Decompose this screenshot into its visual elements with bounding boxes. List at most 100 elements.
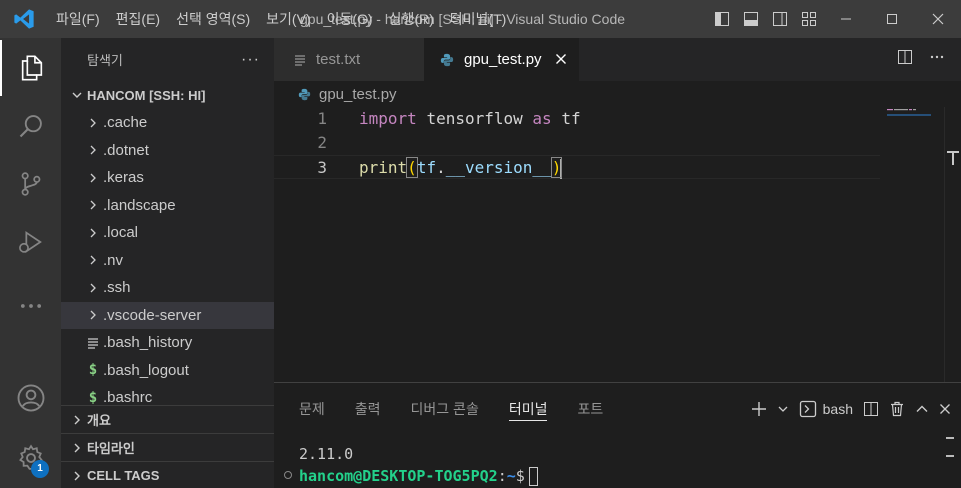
tab-output[interactable]: 출력 [355,383,381,435]
tab-label: test.txt [316,51,361,68]
breadcrumb-file: gpu_test.py [319,85,397,103]
toggle-panel-icon[interactable] [736,0,765,38]
split-terminal-icon[interactable] [863,399,879,419]
more-actions-icon[interactable] [929,49,945,70]
outline-section-label: 개요 [87,413,111,428]
chevron-right-icon [67,442,87,454]
close-icon[interactable] [551,49,571,69]
account-icon[interactable] [0,370,61,426]
chevron-right-icon [83,282,103,294]
command-decoration-icon[interactable] [284,471,292,479]
tree-item-dotnet[interactable]: .dotnet [61,137,274,165]
chevron-right-icon [67,470,87,482]
tab-gpu-test-py[interactable]: gpu_test.py [424,38,579,81]
more-icon[interactable] [0,278,61,334]
tree-item-label: .local [103,224,139,242]
tab-problems[interactable]: 문제 [299,383,325,435]
sidebar-more-icon[interactable]: ··· [241,51,260,69]
sidebar-header: 탐색기 ··· [61,38,274,81]
prompt-separator: : [497,467,507,485]
menu-selection[interactable]: 선택 영역(S) [168,0,258,38]
maximize-panel-icon[interactable] [915,399,929,419]
explorer-root-label: HANCOM [SSH: HI] [87,87,206,103]
chevron-right-icon [83,199,103,211]
trash-icon[interactable] [889,399,905,419]
minimap[interactable] [885,107,945,119]
cell-tags-section-label: CELL TAGS [87,468,160,483]
tab-label: gpu_test.py [464,51,542,68]
code-alias: tf [561,109,581,128]
editor-actions [897,38,945,81]
prompt-char: $ [515,467,525,485]
chevron-right-icon [83,309,103,321]
sidebar-title: 탐색기 [87,53,123,68]
close-panel-icon[interactable] [939,399,951,419]
title-bar-controls [707,0,961,38]
editor-tab-bar: test.txt gpu_test.py [274,38,961,81]
shell-file-icon: $ [88,389,98,406]
tree-item-label: .bash_history [103,334,193,352]
explorer-icon[interactable] [0,40,61,96]
tree-item-label: .bashrc [103,389,153,407]
code-line: 2 [274,131,880,155]
text-file-icon [294,54,306,66]
line-number: 2 [317,133,327,152]
tree-item-local[interactable]: .local [61,219,274,247]
tree-item-label: .dotnet [103,141,149,159]
toggle-primary-sidebar-icon[interactable] [707,0,736,38]
search-icon[interactable] [0,98,61,154]
split-editor-icon[interactable] [897,49,913,70]
menu-file[interactable]: 파일(F) [48,0,108,38]
tab-debug-console[interactable]: 디버그 콘솔 [411,383,479,435]
explorer-root-header[interactable]: HANCOM [SSH: HI] [61,81,274,109]
minimize-icon[interactable] [823,0,869,38]
source-control-icon[interactable] [0,156,61,212]
code-object: tf [416,158,437,177]
shell-file-icon: $ [88,362,98,379]
breadcrumb[interactable]: gpu_test.py [274,81,397,107]
tree-item-vscode-server[interactable]: .vscode-server [61,301,274,329]
settings-icon[interactable]: 1 [0,430,61,486]
chevron-down-icon[interactable] [777,399,789,419]
tab-test-txt[interactable]: test.txt [274,38,424,81]
tree-item-label: .keras [103,169,144,187]
terminal-line: 2.11.0 [299,445,354,463]
python-file-icon [440,53,454,67]
cell-tags-section[interactable]: CELL TAGS [61,461,274,488]
tree-item-landscape[interactable]: .landscape [61,192,274,220]
code-line: 1 import tensorflow as tf [274,107,880,131]
close-window-icon[interactable] [915,0,961,38]
tab-terminal[interactable]: 터미널 [508,383,547,435]
maximize-icon[interactable] [869,0,915,38]
tree-item-bash-logout[interactable]: $ .bash_logout [61,357,274,385]
code-function: print [359,158,408,177]
chevron-right-icon [67,414,87,426]
tree-item-keras[interactable]: .keras [61,164,274,192]
tree-item-label: .bash_logout [103,361,189,379]
menu-edit[interactable]: 편집(E) [108,0,168,38]
prompt-path: ~ [506,467,516,485]
tree-item-bash-history[interactable]: .bash_history [61,329,274,357]
line-number: 3 [317,158,327,177]
vscode-logo-icon[interactable] [0,0,48,38]
tree-item-label: .cache [103,114,148,132]
new-terminal-icon[interactable] [751,399,767,419]
tree-item-nv[interactable]: .nv [61,247,274,275]
toggle-secondary-sidebar-icon[interactable] [765,0,794,38]
terminal-output[interactable]: 2.11.0 hancom@DESKTOP-TOG5PQ2:~$ [299,443,538,487]
terminal-shell-selector[interactable]: bash [799,399,853,419]
timeline-section[interactable]: 타임라인 [61,433,274,461]
python-file-icon [298,88,311,101]
tab-ports[interactable]: 포트 [577,383,603,435]
outline-section[interactable]: 개요 [61,405,274,433]
tree-item-ssh[interactable]: .ssh [61,274,274,302]
chevron-right-icon [83,227,103,239]
code-editor[interactable]: 1 import tensorflow as tf 2 3 print(tf._… [274,107,880,179]
run-debug-icon[interactable] [0,214,61,270]
customize-layout-icon[interactable] [794,0,823,38]
window-title: gpu_test.py - hancom [SSH: hi] - Visual … [300,11,626,27]
settings-badge: 1 [31,460,49,478]
tree-item-cache[interactable]: .cache [61,109,274,137]
line-number: 1 [317,109,327,128]
panel-actions: bash [751,383,951,435]
